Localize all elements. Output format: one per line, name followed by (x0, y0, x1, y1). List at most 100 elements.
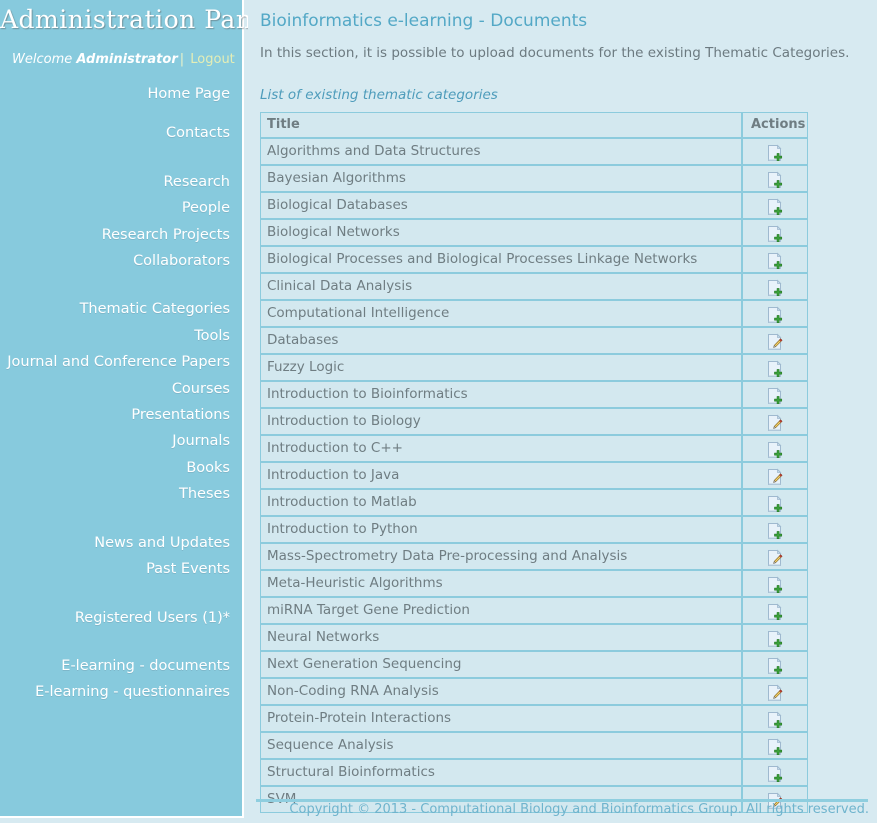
category-actions-cell (742, 759, 808, 786)
add-document-icon (768, 630, 783, 647)
welcome-prefix: Welcome (12, 52, 77, 67)
add-document-icon (768, 522, 783, 539)
sidebar-item-tools[interactable]: Tools (0, 323, 242, 349)
category-actions-cell (742, 489, 808, 516)
edit-document-icon[interactable] (767, 549, 783, 567)
category-title: miRNA Target Gene Prediction (260, 597, 742, 624)
add-document-icon[interactable] (767, 252, 783, 270)
add-document-icon (768, 738, 783, 755)
category-actions-cell (742, 651, 808, 678)
category-title: Next Generation Sequencing (260, 651, 742, 678)
category-title: Neural Networks (260, 624, 742, 651)
category-actions-cell (742, 462, 808, 489)
sidebar-item-registered-users-1[interactable]: Registered Users (1)* (0, 605, 242, 631)
add-document-icon[interactable] (767, 522, 783, 540)
content-heading: Bioinformatics e-learning - Documents (260, 11, 588, 31)
category-actions-cell (742, 516, 808, 543)
category-title: Introduction to C++ (260, 435, 742, 462)
sidebar-item-e-learning-documents[interactable]: E-learning - documents (0, 653, 242, 679)
add-document-icon (768, 171, 783, 188)
column-header-actions: Actions (742, 112, 808, 138)
add-document-icon[interactable] (767, 225, 783, 243)
category-actions-cell (742, 273, 808, 300)
add-document-icon (768, 198, 783, 215)
category-title: Biological Networks (260, 219, 742, 246)
table-row: Biological Processes and Biological Proc… (260, 246, 808, 273)
add-document-icon[interactable] (767, 630, 783, 648)
sidebar-item-theses[interactable]: Theses (0, 481, 242, 507)
add-document-icon[interactable] (767, 171, 783, 189)
logout-link[interactable]: Logout (190, 52, 235, 67)
sidebar-item-news-and-updates[interactable]: News and Updates (0, 530, 242, 556)
list-caption: List of existing thematic categories (260, 87, 498, 103)
sidebar-item-presentations[interactable]: Presentations (0, 402, 242, 428)
add-document-icon (768, 225, 783, 242)
table-row: Fuzzy Logic (260, 354, 808, 381)
add-document-icon[interactable] (767, 711, 783, 729)
table-row: Introduction to Java (260, 462, 808, 489)
add-document-icon[interactable] (767, 495, 783, 513)
category-actions-cell (742, 300, 808, 327)
edit-document-icon[interactable] (767, 468, 783, 486)
sidebar-item-journals[interactable]: Journals (0, 428, 242, 454)
thematic-categories-table: Title Actions Algorithms and Data Struct… (260, 112, 808, 813)
category-title: Introduction to Biology (260, 408, 742, 435)
table-row: miRNA Target Gene Prediction (260, 597, 808, 624)
add-document-icon[interactable] (767, 765, 783, 783)
add-document-icon (768, 576, 783, 593)
sidebar-item-research[interactable]: Research (0, 169, 242, 195)
category-title: Fuzzy Logic (260, 354, 742, 381)
sidebar-item-past-events[interactable]: Past Events (0, 556, 242, 582)
category-actions-cell (742, 165, 808, 192)
table-row: Bayesian Algorithms (260, 165, 808, 192)
sidebar-item-courses[interactable]: Courses (0, 376, 242, 402)
category-title: Meta-Heuristic Algorithms (260, 570, 742, 597)
copyright-text: Copyright © 2013 - Computational Biology… (289, 802, 869, 817)
add-document-icon[interactable] (767, 279, 783, 297)
sidebar-item-research-projects[interactable]: Research Projects (0, 222, 242, 248)
sidebar-item-e-learning-questionnaires[interactable]: E-learning - questionnaires (0, 679, 242, 705)
add-document-icon (768, 441, 783, 458)
add-document-icon[interactable] (767, 198, 783, 216)
category-actions-cell (742, 354, 808, 381)
add-document-icon[interactable] (767, 576, 783, 594)
edit-document-icon[interactable] (767, 414, 783, 432)
sidebar-item-people[interactable]: People (0, 195, 242, 221)
category-title: Structural Bioinformatics (260, 759, 742, 786)
sidebar-item-thematic-categories[interactable]: Thematic Categories (0, 296, 242, 322)
category-actions-cell (742, 138, 808, 165)
category-actions-cell (742, 381, 808, 408)
main-content: Bioinformatics e-learning - Documents In… (248, 0, 877, 813)
edit-document-icon[interactable] (767, 333, 783, 351)
table-header-row: Title Actions (260, 112, 808, 138)
sidebar-item-contacts[interactable]: Contacts (0, 120, 242, 146)
add-document-icon[interactable] (767, 360, 783, 378)
content-description: In this section, it is possible to uploa… (260, 45, 850, 61)
edit-document-icon[interactable] (767, 684, 783, 702)
add-document-icon[interactable] (767, 387, 783, 405)
sidebar-nav: Home Page Contacts Research People Research … (0, 81, 242, 706)
table-row: Sequence Analysis (260, 732, 808, 759)
table-row: Structural Bioinformatics (260, 759, 808, 786)
add-document-icon[interactable] (767, 306, 783, 324)
sidebar-item-collaborators[interactable]: Collaborators (0, 248, 242, 274)
table-head: Title Actions (260, 112, 808, 138)
sidebar-item-journal-and-conference-papers[interactable]: Journal and Conference Papers (0, 349, 242, 375)
footer: Copyright © 2013 - Computational Biology… (248, 802, 877, 817)
add-document-icon[interactable] (767, 144, 783, 162)
sidebar-item-home-page[interactable]: Home Page (0, 81, 242, 107)
category-actions-cell (742, 327, 808, 354)
table-row: Protein-Protein Interactions (260, 705, 808, 732)
edit-document-icon (768, 549, 783, 566)
category-actions-cell (742, 246, 808, 273)
add-document-icon[interactable] (767, 657, 783, 675)
category-title: Clinical Data Analysis (260, 273, 742, 300)
category-title: Non-Coding RNA Analysis (260, 678, 742, 705)
add-document-icon[interactable] (767, 738, 783, 756)
add-document-icon[interactable] (767, 603, 783, 621)
category-actions-cell (742, 732, 808, 759)
sidebar-item-books[interactable]: Books (0, 455, 242, 481)
add-document-icon (768, 711, 783, 728)
add-document-icon[interactable] (767, 441, 783, 459)
